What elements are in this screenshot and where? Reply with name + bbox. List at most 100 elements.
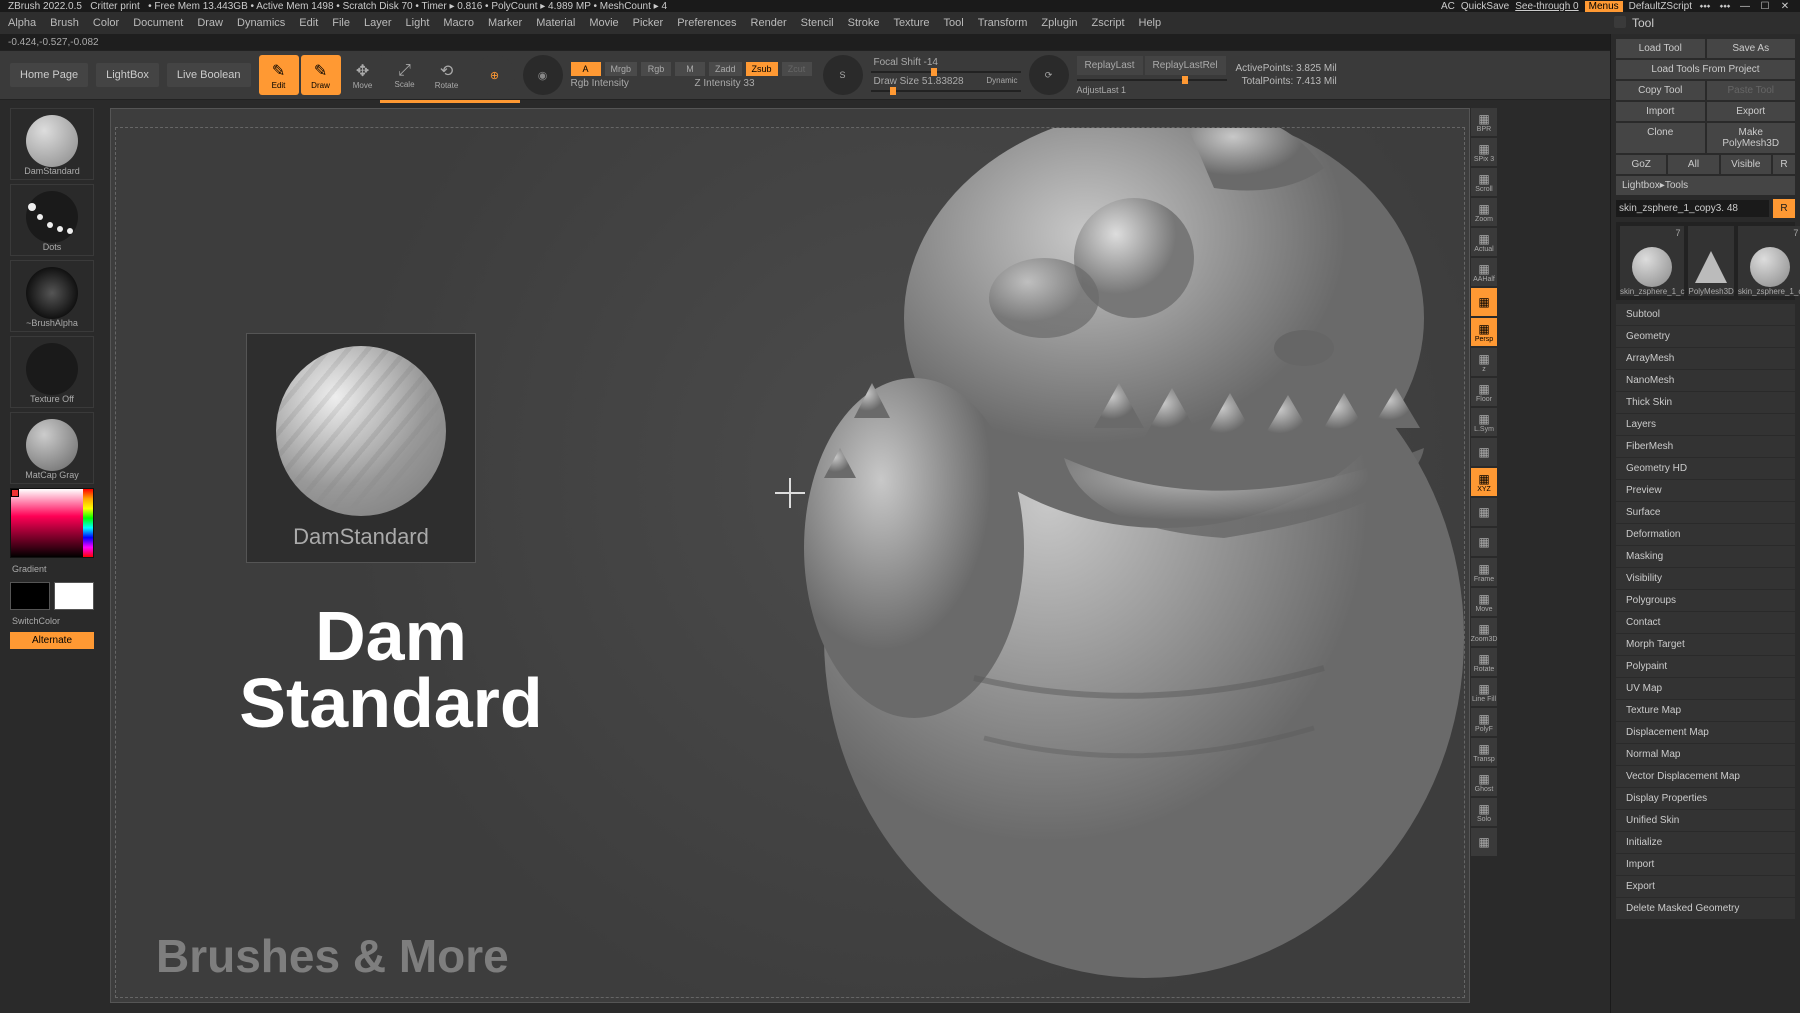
- draw-size-label[interactable]: Draw Size 51.83828: [874, 76, 964, 87]
- zcut-toggle[interactable]: Zcut: [782, 62, 812, 76]
- accordion-arraymesh[interactable]: ArrayMesh: [1616, 348, 1795, 369]
- import-button[interactable]: Import: [1616, 102, 1705, 121]
- gizmo3d-button[interactable]: ⊕: [475, 55, 515, 95]
- accordion-unified-skin[interactable]: Unified Skin: [1616, 810, 1795, 831]
- menu-stencil[interactable]: Stencil: [801, 17, 834, 29]
- menu-edit[interactable]: Edit: [299, 17, 318, 29]
- primary-color[interactable]: [54, 582, 94, 610]
- mode-rotate[interactable]: ⟲Rotate: [427, 55, 467, 95]
- m-toggle[interactable]: M: [675, 62, 705, 76]
- zadd-toggle[interactable]: Zadd: [709, 62, 742, 76]
- stroke-slot[interactable]: Dots: [10, 184, 94, 256]
- shelf-rotate[interactable]: ▦Rotate: [1471, 648, 1497, 676]
- texture-slot[interactable]: Texture Off: [10, 336, 94, 408]
- mode-move[interactable]: ✥Move: [343, 55, 383, 95]
- accordion-layers[interactable]: Layers: [1616, 414, 1795, 435]
- shelf-icon-6[interactable]: ▦: [1471, 288, 1497, 316]
- menu-picker[interactable]: Picker: [633, 17, 664, 29]
- replaylast-button[interactable]: ReplayLast: [1077, 56, 1143, 75]
- accordion-masking[interactable]: Masking: [1616, 546, 1795, 567]
- shelf-xyz[interactable]: ▦XYZ: [1471, 468, 1497, 496]
- tool-search-input[interactable]: [1616, 200, 1769, 217]
- menu-light[interactable]: Light: [406, 17, 430, 29]
- dynamic-toggle[interactable]: Dynamic: [986, 76, 1017, 87]
- load-tool-button[interactable]: Load Tool: [1616, 39, 1705, 58]
- menu-layer[interactable]: Layer: [364, 17, 392, 29]
- menu-tool[interactable]: Tool: [944, 17, 964, 29]
- menu-movie[interactable]: Movie: [589, 17, 618, 29]
- menu-dynamics[interactable]: Dynamics: [237, 17, 285, 29]
- export-button[interactable]: Export: [1707, 102, 1796, 121]
- tool-thumb-1[interactable]: PolyMesh3D: [1688, 226, 1733, 296]
- menu-color[interactable]: Color: [93, 17, 119, 29]
- homepage-button[interactable]: Home Page: [10, 63, 88, 87]
- menu-material[interactable]: Material: [536, 17, 575, 29]
- shelf-icon-14[interactable]: ▦: [1471, 528, 1497, 556]
- menu-file[interactable]: File: [332, 17, 350, 29]
- goz-visible-button[interactable]: Visible: [1721, 155, 1771, 174]
- a-toggle[interactable]: A: [571, 62, 601, 76]
- copy-tool-button[interactable]: Copy Tool: [1616, 81, 1705, 100]
- accordion-nanomesh[interactable]: NanoMesh: [1616, 370, 1795, 391]
- shelf-polyf[interactable]: ▦PolyF: [1471, 708, 1497, 736]
- gradient-label[interactable]: Gradient: [10, 562, 98, 576]
- dynamic-dial[interactable]: ⟳: [1029, 55, 1069, 95]
- lightbox-button[interactable]: LightBox: [96, 63, 159, 87]
- goz-button[interactable]: GoZ: [1616, 155, 1666, 174]
- goz-r-button[interactable]: R: [1773, 155, 1795, 174]
- rgb-toggle[interactable]: Rgb: [641, 62, 671, 76]
- menu-render[interactable]: Render: [751, 17, 787, 29]
- mode-scale[interactable]: ⤢Scale: [385, 55, 425, 95]
- menu-help[interactable]: Help: [1139, 17, 1162, 29]
- replaylastrel-button[interactable]: ReplayLastRel: [1145, 56, 1226, 75]
- tool-search-r[interactable]: R: [1773, 199, 1795, 218]
- saveas-button[interactable]: Save As: [1707, 39, 1796, 58]
- focal-shift-label[interactable]: Focal Shift -14: [874, 57, 938, 68]
- menu-marker[interactable]: Marker: [488, 17, 522, 29]
- makepoly-button[interactable]: Make PolyMesh3D: [1707, 123, 1796, 153]
- shelf-solo[interactable]: ▦Solo: [1471, 798, 1497, 826]
- lightbox-tools-button[interactable]: Lightbox▸Tools: [1616, 176, 1795, 195]
- switchcolor-button[interactable]: SwitchColor: [10, 614, 98, 628]
- alternate-button[interactable]: Alternate: [10, 632, 94, 649]
- accordion-geometry[interactable]: Geometry: [1616, 326, 1795, 347]
- accordion-initialize[interactable]: Initialize: [1616, 832, 1795, 853]
- seethrough-slider[interactable]: See-through 0: [1515, 1, 1578, 12]
- accordion-polygroups[interactable]: Polygroups: [1616, 590, 1795, 611]
- menu-zplugin[interactable]: Zplugin: [1041, 17, 1077, 29]
- close-icon[interactable]: ✕: [1778, 0, 1792, 12]
- menu-texture[interactable]: Texture: [893, 17, 929, 29]
- shelf-transp[interactable]: ▦Transp: [1471, 738, 1497, 766]
- shelf-persp[interactable]: ▦Persp: [1471, 318, 1497, 346]
- layout-left-icon[interactable]: ⬩⬩⬩: [1698, 0, 1712, 12]
- menu-transform[interactable]: Transform: [978, 17, 1028, 29]
- accordion-deformation[interactable]: Deformation: [1616, 524, 1795, 545]
- shelf-icon-13[interactable]: ▦: [1471, 498, 1497, 526]
- accordion-preview[interactable]: Preview: [1616, 480, 1795, 501]
- canvas[interactable]: DamStandard DamStandard Brushes & More: [110, 108, 1470, 1003]
- material-slot[interactable]: MatCap Gray: [10, 412, 94, 484]
- focal-shift-dial[interactable]: S: [823, 55, 863, 95]
- accordion-morph-target[interactable]: Morph Target: [1616, 634, 1795, 655]
- focal-shift-slider[interactable]: [871, 71, 1021, 73]
- menus-toggle[interactable]: Menus: [1585, 1, 1623, 12]
- menu-macro[interactable]: Macro: [443, 17, 474, 29]
- accordion-normal-map[interactable]: Normal Map: [1616, 744, 1795, 765]
- secondary-color[interactable]: [10, 582, 50, 610]
- accordion-uv-map[interactable]: UV Map: [1616, 678, 1795, 699]
- shelf-spix-3[interactable]: ▦SPix 3: [1471, 138, 1497, 166]
- draw-size-slider[interactable]: [871, 90, 1021, 92]
- menu-brush[interactable]: Brush: [50, 17, 79, 29]
- shelf-actual[interactable]: ▦Actual: [1471, 228, 1497, 256]
- accordion-displacement-map[interactable]: Displacement Map: [1616, 722, 1795, 743]
- accordion-polypaint[interactable]: Polypaint: [1616, 656, 1795, 677]
- color-picker[interactable]: [10, 488, 94, 558]
- accordion-display-properties[interactable]: Display Properties: [1616, 788, 1795, 809]
- load-project-button[interactable]: Load Tools From Project: [1616, 60, 1795, 79]
- accordion-delete-masked-geometry[interactable]: Delete Masked Geometry: [1616, 898, 1795, 919]
- shelf-line-fill[interactable]: ▦Line Fill: [1471, 678, 1497, 706]
- shelf-floor[interactable]: ▦Floor: [1471, 378, 1497, 406]
- accordion-surface[interactable]: Surface: [1616, 502, 1795, 523]
- accordion-thick-skin[interactable]: Thick Skin: [1616, 392, 1795, 413]
- clone-button[interactable]: Clone: [1616, 123, 1705, 153]
